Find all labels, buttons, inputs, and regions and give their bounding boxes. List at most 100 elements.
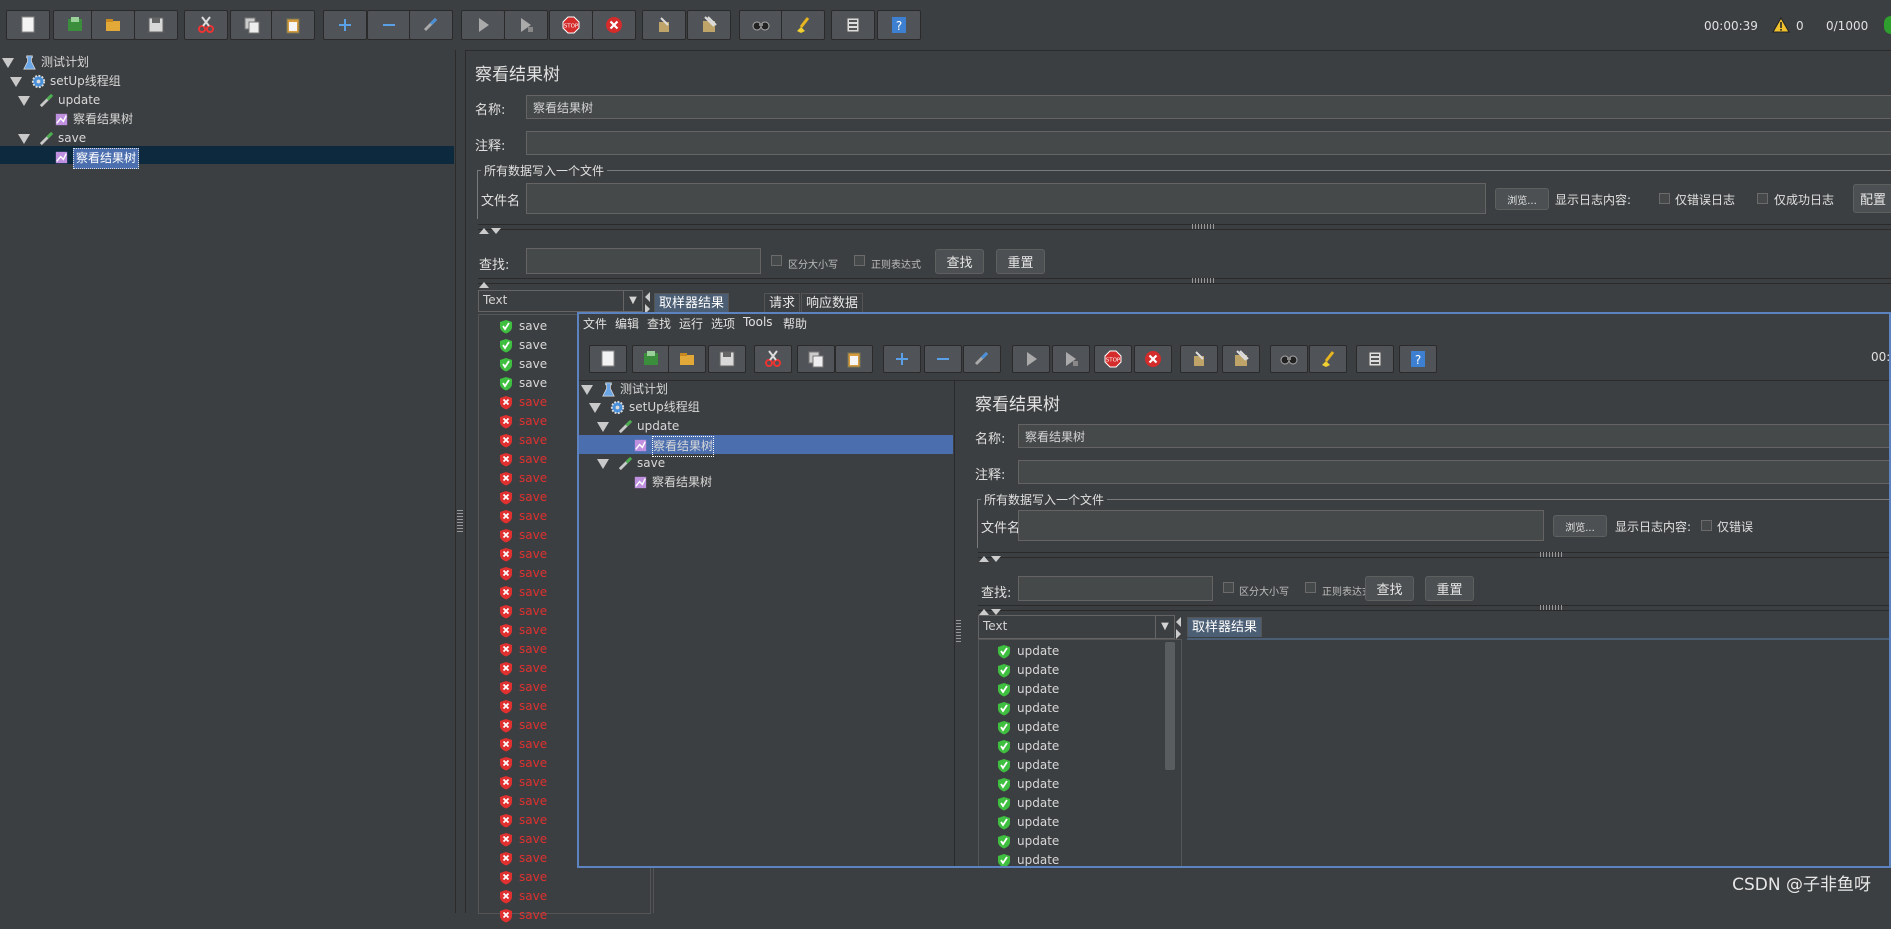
errors-only-checkbox[interactable] <box>1659 193 1670 204</box>
open-button[interactable] <box>91 10 135 40</box>
save-button[interactable] <box>708 345 746 373</box>
copy-button[interactable] <box>230 10 274 40</box>
start-button[interactable] <box>1012 345 1050 373</box>
toggle-button[interactable] <box>963 345 1001 373</box>
tab-request[interactable]: 请求 <box>764 293 801 313</box>
toggle-button[interactable] <box>409 10 453 40</box>
save-button[interactable] <box>134 10 178 40</box>
warning-icon[interactable] <box>1772 16 1790 33</box>
clear-button[interactable] <box>642 10 686 40</box>
search-input[interactable] <box>526 248 761 274</box>
tab-response-data[interactable]: 响应数据 <box>801 293 864 313</box>
collapse-arrows-icon[interactable] <box>479 224 503 239</box>
inner-reset-button[interactable]: 重置 <box>1425 576 1474 601</box>
inner-result-label: update <box>1017 815 1060 829</box>
expand-toggle-icon[interactable] <box>18 96 30 106</box>
inner-comment-field[interactable] <box>1018 460 1889 484</box>
comment-label: 注释: <box>475 139 506 154</box>
cut-button[interactable] <box>754 345 792 373</box>
divider-2[interactable] <box>478 278 1891 284</box>
reset-search-button[interactable] <box>781 10 825 40</box>
inner-tab-sampler-result[interactable]: 取样器结果 <box>1187 617 1263 637</box>
tab-sampler-result[interactable]: 取样器结果 <box>654 293 730 313</box>
split-arrows-icon[interactable] <box>644 290 652 314</box>
success-only-checkbox[interactable] <box>1757 193 1768 204</box>
inner-browse-button[interactable]: 浏览... <box>1553 515 1607 537</box>
start-button[interactable] <box>461 10 505 40</box>
expand-button[interactable] <box>883 345 921 373</box>
reset-search-button[interactable] <box>1309 345 1347 373</box>
reset-button[interactable]: 重置 <box>996 249 1045 274</box>
function-helper-button[interactable] <box>1356 345 1394 373</box>
inner-divider-2[interactable] <box>978 605 1889 611</box>
open-button[interactable] <box>668 345 706 373</box>
shutdown-button[interactable] <box>592 10 636 40</box>
name-field[interactable]: 察看结果树 <box>526 95 1891 119</box>
help-button[interactable]: ? <box>1399 345 1437 373</box>
inner-splitter[interactable] <box>955 380 963 866</box>
shutdown-button[interactable] <box>1134 345 1172 373</box>
menu-edit[interactable]: 编辑 <box>615 315 639 332</box>
stop-button[interactable]: STOP <box>1094 345 1132 373</box>
case-sensitive-checkbox[interactable] <box>771 255 782 266</box>
start-no-pause-button[interactable] <box>504 10 548 40</box>
expand-toggle-icon[interactable] <box>597 422 609 432</box>
browse-button[interactable]: 浏览... <box>1495 188 1549 210</box>
inner-divider-1[interactable] <box>978 552 1889 558</box>
clear-button[interactable] <box>1180 345 1218 373</box>
expand-toggle-icon[interactable] <box>581 385 593 395</box>
menu-help[interactable]: 帮助 <box>783 315 807 332</box>
search-button[interactable] <box>1270 345 1308 373</box>
function-helper-icon <box>1368 351 1382 367</box>
help-button[interactable]: ? <box>877 10 921 40</box>
new-button[interactable] <box>6 10 50 40</box>
function-helper-button[interactable] <box>831 10 875 40</box>
templates-button[interactable] <box>632 345 670 373</box>
expand-button[interactable] <box>323 10 367 40</box>
paste-button[interactable] <box>835 345 873 373</box>
configure-button[interactable]: 配置 <box>1853 184 1891 213</box>
collapse-button[interactable] <box>367 10 411 40</box>
menu-tools[interactable]: Tools <box>743 315 773 329</box>
menu-options[interactable]: 选项 <box>711 315 735 332</box>
inner-filename-field[interactable] <box>1018 510 1544 541</box>
copy-button[interactable] <box>797 345 835 373</box>
inner-renderer-select[interactable]: Text ▼ <box>978 615 1175 639</box>
filename-field[interactable] <box>526 183 1486 214</box>
list-scrollbar-thumb[interactable] <box>1165 642 1175 770</box>
new-button[interactable] <box>589 345 627 373</box>
clear-all-button[interactable] <box>687 10 731 40</box>
renderer-select[interactable]: Text ▼ <box>478 290 643 312</box>
menu-file[interactable]: 文件 <box>583 315 607 332</box>
stop-button[interactable]: STOP <box>549 10 593 40</box>
paste-button[interactable] <box>271 10 315 40</box>
divider-1[interactable] <box>478 224 1891 230</box>
find-button[interactable]: 查找 <box>935 249 984 274</box>
cut-button[interactable] <box>184 10 228 40</box>
inner-renderer-value: Text <box>983 619 1008 633</box>
inner-regex-checkbox[interactable] <box>1305 582 1316 593</box>
inner-sample-result-list[interactable]: update update update update update update upda… <box>978 639 1182 866</box>
search-button[interactable] <box>739 10 783 40</box>
inner-errors-only-checkbox[interactable] <box>1701 520 1712 531</box>
expand-toggle-icon[interactable] <box>597 459 609 469</box>
inner-name-field[interactable]: 察看结果树 <box>1018 424 1889 448</box>
menu-run[interactable]: 运行 <box>679 315 703 332</box>
expand-toggle-icon[interactable] <box>10 77 22 87</box>
collapse-button[interactable] <box>924 345 962 373</box>
expand-toggle-icon[interactable] <box>18 134 30 144</box>
menu-search[interactable]: 查找 <box>647 315 671 332</box>
regex-checkbox[interactable] <box>854 255 865 266</box>
error-shield-icon <box>499 813 513 834</box>
comment-field[interactable] <box>526 131 1891 155</box>
inner-find-button[interactable]: 查找 <box>1365 576 1414 601</box>
expand-icon <box>896 353 908 365</box>
split-arrows-icon[interactable] <box>1175 615 1183 639</box>
collapse-arrows-icon[interactable] <box>979 552 1003 567</box>
expand-toggle-icon[interactable] <box>2 58 14 68</box>
expand-toggle-icon[interactable] <box>589 403 601 413</box>
inner-search-input[interactable] <box>1018 576 1213 601</box>
start-no-pause-button[interactable] <box>1052 345 1090 373</box>
clear-all-button[interactable] <box>1222 345 1260 373</box>
inner-case-sensitive-checkbox[interactable] <box>1223 582 1234 593</box>
